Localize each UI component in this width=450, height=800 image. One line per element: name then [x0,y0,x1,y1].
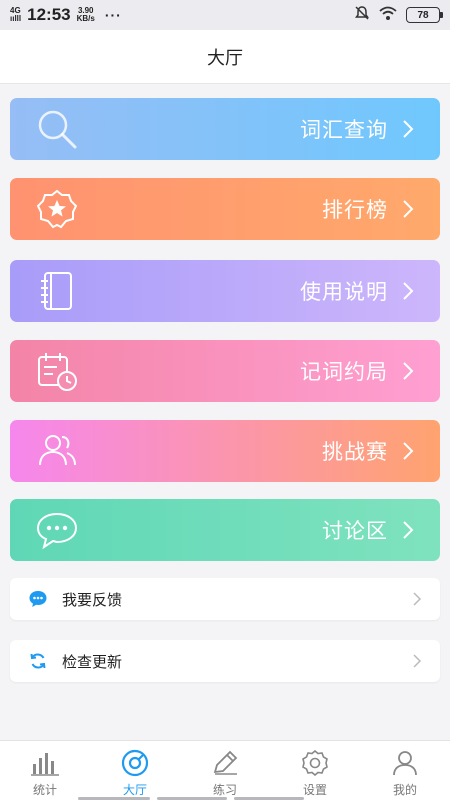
chevron-right-icon [402,280,416,302]
pencil-icon [210,749,240,777]
users-icon [34,428,80,474]
more-notifications: ··· [104,7,122,23]
speed-unit: KB/s [76,14,95,23]
status-bar: 4G ıılll 12:53 3.90 KB/s ··· 78 [0,0,450,30]
refresh-icon [28,651,48,671]
battery-level: 78 [417,9,429,21]
page-title: 大厅 [207,47,243,69]
check-update-row[interactable]: 检查更新 [10,640,440,682]
chevron-right-icon [412,591,422,607]
header: 大厅 [0,30,450,84]
menu-card-vocab-search[interactable]: 词汇查询 [10,98,440,160]
menu-card-forum[interactable]: 讨论区 [10,499,440,561]
chevron-right-icon [402,198,416,220]
search-icon [34,106,80,152]
card-label: 使用说明 [300,280,388,304]
signal-bars: ıılll [10,14,22,23]
notebook-icon [34,268,80,314]
stats-icon [30,749,60,777]
card-label: 词汇查询 [300,118,388,142]
battery-icon: 78 [406,7,443,23]
chevron-right-icon [402,118,416,140]
chevron-right-icon [402,360,416,382]
star-badge-icon [34,186,80,232]
tab-label: 大厅 [122,783,147,797]
chat-bubble-icon [34,507,80,553]
feedback-row[interactable]: 我要反馈 [10,578,440,620]
tab-hall[interactable]: 大厅 [90,741,180,800]
tab-practice[interactable]: 练习 [180,741,270,800]
mute-icon [354,5,370,26]
gear-icon [300,749,330,777]
chevron-right-icon [402,440,416,462]
network-speed: 3.90 KB/s [77,7,95,23]
feedback-icon [28,589,48,609]
menu-card-leaderboard[interactable]: 排行榜 [10,178,440,240]
card-label: 记词约局 [300,360,388,384]
hall-icon [120,749,150,777]
card-label: 排行榜 [322,198,388,222]
chevron-right-icon [402,519,416,541]
chevron-right-icon [412,653,422,669]
tab-label: 统计 [32,783,57,797]
tab-label: 我的 [392,783,417,797]
feedback-label: 我要反馈 [62,590,123,609]
menu-card-user-guide[interactable]: 使用说明 [10,260,440,322]
tab-label: 练习 [212,783,237,797]
tab-label: 设置 [302,783,327,797]
menu-card-vocab-appointment[interactable]: 记词约局 [10,340,440,402]
signal-icon: 4G ıılll [10,7,21,23]
bottom-tab-bar: 统计 大厅 练习 设置 我的 [0,740,450,800]
card-label: 讨论区 [322,519,388,543]
profile-icon [390,749,420,777]
tab-stats[interactable]: 统计 [0,741,90,800]
menu-card-challenge[interactable]: 挑战赛 [10,420,440,482]
check-update-label: 检查更新 [62,652,123,671]
calendar-clock-icon [34,348,80,394]
wifi-icon [378,5,398,26]
tab-settings[interactable]: 设置 [270,741,360,800]
tab-profile[interactable]: 我的 [360,741,450,800]
clock: 12:53 [27,5,71,24]
card-label: 挑战赛 [322,440,388,464]
